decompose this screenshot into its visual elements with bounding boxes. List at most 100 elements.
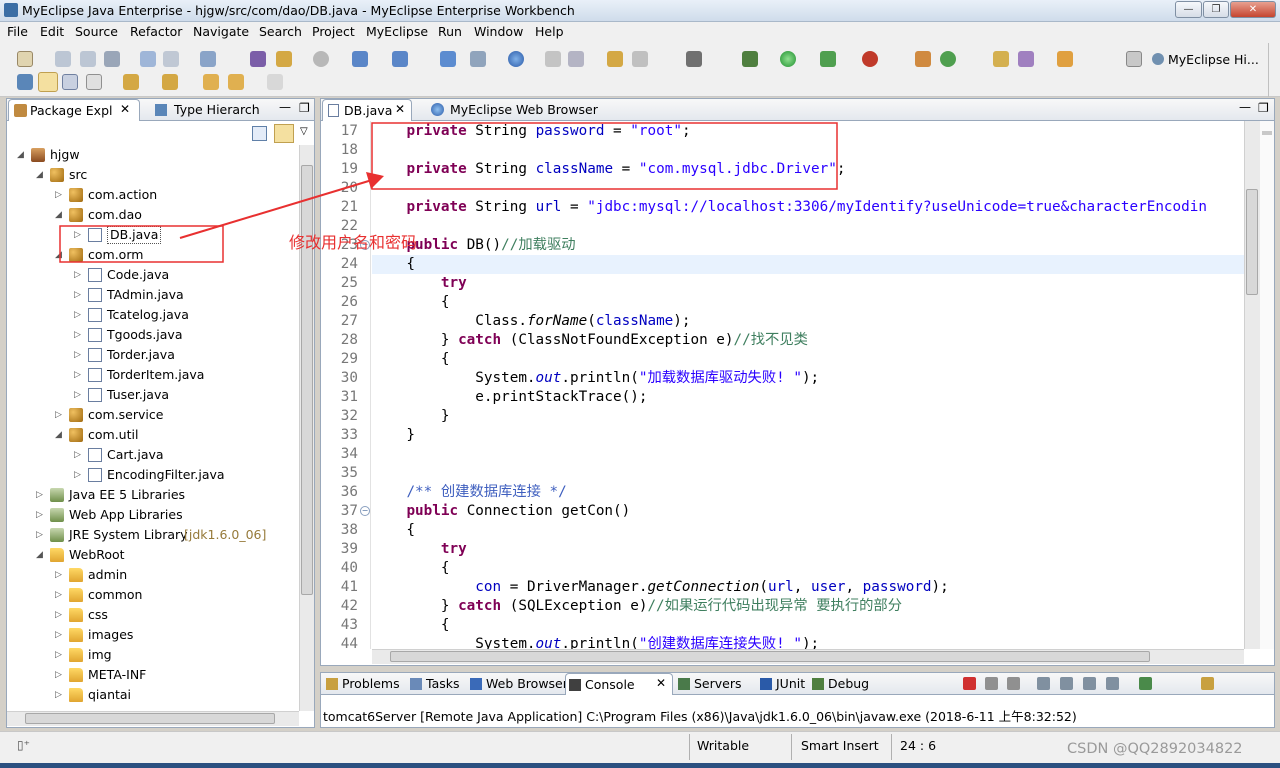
tree-item[interactable]: ◢ src <box>36 165 299 185</box>
tab-console[interactable]: Console ✕ <box>565 673 673 695</box>
expand-arrow-icon[interactable]: ▷ <box>55 625 62 645</box>
minimize-button[interactable]: — <box>1175 1 1202 18</box>
expand-arrow-icon[interactable]: ▷ <box>36 485 43 505</box>
mark-occurrences-icon[interactable] <box>38 72 58 92</box>
tree-item[interactable]: ▷ TorderItem.java <box>74 365 299 385</box>
tree-item[interactable]: ▷ Code.java <box>74 265 299 285</box>
tree-item[interactable]: ▷ admin <box>55 565 299 585</box>
code-line[interactable]: Class.forName(className); <box>372 312 1244 331</box>
code-line[interactable]: } <box>372 407 1244 426</box>
expand-arrow-icon[interactable]: ▷ <box>74 285 81 305</box>
bookmark-icon[interactable] <box>1057 51 1073 67</box>
menu-project[interactable]: Project <box>312 24 355 39</box>
code-line[interactable]: private String className = "com.mysql.jd… <box>372 160 1244 179</box>
wizard-web-icon[interactable] <box>392 51 408 67</box>
tab-problems[interactable]: Problems <box>323 673 403 695</box>
tree-item[interactable]: ▷ EncodingFilter.java <box>74 465 299 485</box>
scroll-lock-icon[interactable] <box>1060 677 1073 690</box>
collapse-arrow-icon[interactable]: ◢ <box>36 545 43 565</box>
code-line[interactable]: con = DriverManager.getConnection(url, u… <box>372 578 1244 597</box>
show-whitespace-icon[interactable] <box>86 74 102 90</box>
fast-view-icon[interactable]: ▯⁺ <box>17 738 30 752</box>
sync-icon[interactable] <box>940 51 956 67</box>
code-line[interactable] <box>372 464 1244 483</box>
code-line[interactable] <box>372 445 1244 464</box>
tab-tasks[interactable]: Tasks <box>407 673 465 695</box>
tab-web-browser[interactable]: Web Browser <box>467 673 568 695</box>
server-icon[interactable] <box>163 51 179 67</box>
code-line[interactable]: System.out.println("加载数据库驱动失败! "); <box>372 369 1244 388</box>
view-menu-icon[interactable]: ▽ <box>300 126 308 137</box>
save-all-icon[interactable] <box>80 51 96 67</box>
close-icon[interactable]: ✕ <box>120 102 130 116</box>
block-select-icon[interactable] <box>62 74 78 90</box>
open-folder-icon[interactable] <box>993 51 1009 67</box>
tree-item[interactable]: ▷ images <box>55 625 299 645</box>
run-icon[interactable] <box>780 51 796 67</box>
export-icon[interactable] <box>607 51 623 67</box>
menu-search[interactable]: Search <box>259 24 302 39</box>
expand-arrow-icon[interactable]: ▷ <box>74 385 81 405</box>
build-icon[interactable] <box>915 51 931 67</box>
expand-arrow-icon[interactable]: ▷ <box>74 365 81 385</box>
code-line[interactable]: { <box>372 559 1244 578</box>
menu-file[interactable]: File <box>7 24 28 39</box>
print-icon[interactable] <box>104 51 120 67</box>
code-line[interactable]: } catch (SQLException e)//如果运行代码出现异常 要执行… <box>372 597 1244 616</box>
next-annotation-icon[interactable] <box>123 74 139 90</box>
debug-bug-icon[interactable] <box>742 51 758 67</box>
tab-junit[interactable]: JUnit <box>757 673 807 695</box>
tab-web-browser[interactable]: MyEclipse Web Browser <box>421 99 611 121</box>
page-icon[interactable] <box>440 51 456 67</box>
code-line[interactable]: try <box>372 274 1244 293</box>
tree-item[interactable]: ▷ Torder.java <box>74 345 299 365</box>
open-perspective-icon[interactable] <box>1126 51 1142 67</box>
menu-help[interactable]: Help <box>535 24 564 39</box>
expand-arrow-icon[interactable]: ▷ <box>74 305 81 325</box>
wizard-icon[interactable] <box>352 51 368 67</box>
expand-arrow-icon[interactable]: ▷ <box>36 525 43 545</box>
last-edit-icon[interactable] <box>203 74 219 90</box>
code-line[interactable]: { <box>372 616 1244 635</box>
menu-run[interactable]: Run <box>438 24 462 39</box>
collapse-arrow-icon[interactable]: ◢ <box>55 205 62 225</box>
expand-arrow-icon[interactable]: ▷ <box>55 605 62 625</box>
camera-icon[interactable] <box>686 51 702 67</box>
code-line[interactable]: public DB()//加载驱动 <box>372 236 1244 255</box>
tree-item[interactable]: ▷ Cart.java <box>74 445 299 465</box>
hierarchy-icon[interactable] <box>17 74 33 90</box>
tree-item[interactable]: ◢ WebRoot <box>36 545 299 565</box>
list-icon[interactable] <box>470 51 486 67</box>
collapse-arrow-icon[interactable]: ◢ <box>55 425 62 445</box>
code-line[interactable]: System.out.println("创建数据库连接失败! "); <box>372 635 1244 649</box>
tab-debug[interactable]: Debug <box>809 673 875 695</box>
menu-refactor[interactable]: Refactor <box>130 24 182 39</box>
tree-item[interactable]: ▷ TAdmin.java <box>74 285 299 305</box>
close-button[interactable]: ✕ <box>1230 1 1276 18</box>
code-line[interactable]: e.printStackTrace(); <box>372 388 1244 407</box>
code-line[interactable] <box>372 141 1244 160</box>
code-line[interactable] <box>372 217 1244 236</box>
tree-item[interactable]: ◢ com.dao <box>55 205 299 225</box>
expand-arrow-icon[interactable]: ▷ <box>74 345 81 365</box>
database-icon[interactable] <box>313 51 329 67</box>
external-tools-icon[interactable] <box>862 51 878 67</box>
expand-arrow-icon[interactable]: ▷ <box>36 505 43 525</box>
minimize-view-icon[interactable]: — <box>1239 100 1251 114</box>
tree-item[interactable]: ◢ com.orm <box>55 245 299 265</box>
tree-horizontal-scrollbar[interactable] <box>7 711 299 726</box>
display-selected-icon[interactable] <box>1139 677 1152 690</box>
tree-item[interactable]: ▷ DB.java <box>74 225 299 245</box>
tree-item[interactable]: ▷ com.action <box>55 185 299 205</box>
code-line[interactable]: { <box>372 293 1244 312</box>
clear-console-icon[interactable] <box>1037 677 1050 690</box>
code-line[interactable]: } <box>372 426 1244 445</box>
menu-navigate[interactable]: Navigate <box>193 24 249 39</box>
remove-all-icon[interactable] <box>1007 677 1020 690</box>
code-line[interactable]: try <box>372 540 1244 559</box>
open-type-icon[interactable] <box>200 51 216 67</box>
pen-icon[interactable] <box>1018 51 1034 67</box>
expand-arrow-icon[interactable]: ▷ <box>74 225 81 245</box>
tree-item[interactable]: ▷ img <box>55 645 299 665</box>
tree-item[interactable]: ▷ Tgoods.java <box>74 325 299 345</box>
